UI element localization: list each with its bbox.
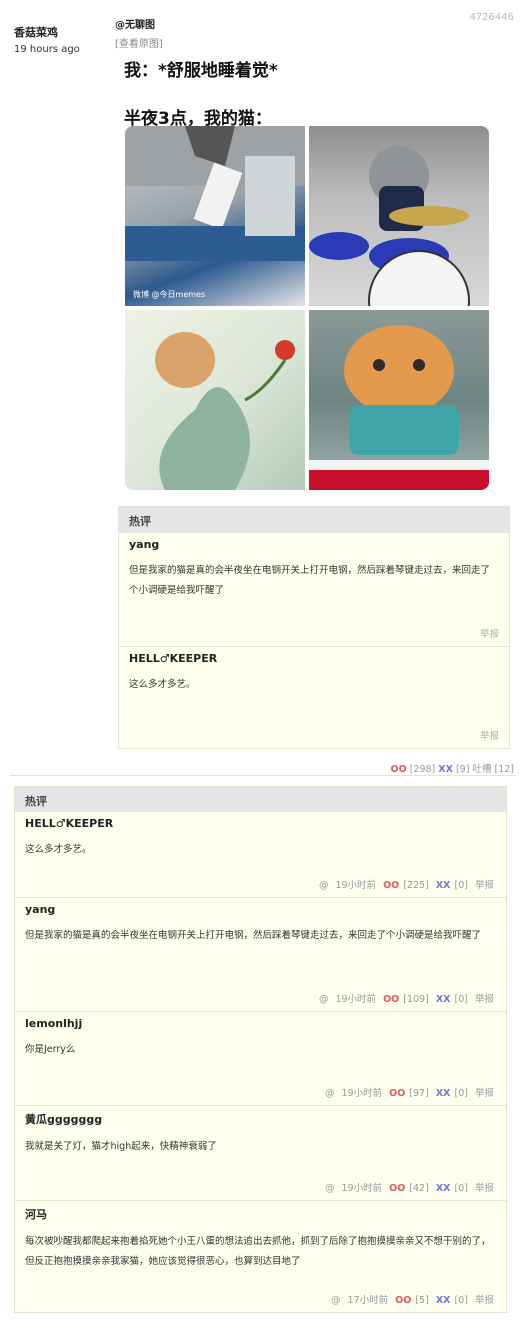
comment-text: 但是我家的猫是真的会半夜坐在电钢开关上打开电钢，然后踩着琴键走过去，来回走了个小… [25,930,482,941]
comment-author[interactable]: 黄瓜ggggggg [25,1111,496,1127]
hot-comment-item: yang 但是我家的猫是真的会半夜坐在电钢开关上打开电钢，然后踩着琴键走过去，来… [119,533,509,647]
xx-vote-button[interactable]: XX [436,994,451,1005]
inline-hot-comments: 热评 yang 但是我家的猫是真的会半夜坐在电钢开关上打开电钢，然后踩着琴键走过… [118,506,510,749]
reply-at-link[interactable]: @ [325,1183,335,1194]
reply-at-link[interactable]: @ [319,994,329,1005]
meme-photo-grid: 微博 @今日memes [125,126,489,490]
comment-time: 17小时前 [347,1295,389,1306]
xx-count: [0] [454,994,468,1005]
report-link[interactable]: 举报 [480,728,499,742]
comment-meta: @ 19小时前 OO [42] XX [0] 举报 [321,1180,494,1194]
comment-time: 19小时前 [335,994,377,1005]
xx-count: [0] [454,1295,468,1306]
comment-author[interactable]: yang [25,903,496,916]
comment-text: 但是我家的猫是真的会半夜坐在电钢开关上打开电钢，然后踩着琴键走过去，来回走了个小… [129,565,491,596]
report-link[interactable]: 举报 [475,880,494,891]
category-tag[interactable]: @无聊图 [115,16,510,31]
reply-at-link[interactable]: @ [325,1088,335,1099]
oo-count: [225] [403,880,429,891]
report-link[interactable]: 举报 [480,626,499,640]
meme-caption-top: 我：*舒服地睡着觉* [124,61,278,81]
xx-vote-button[interactable]: XX [438,764,453,775]
post-time: 19 hours ago [14,44,80,55]
comment-meta: @ 19小时前 OO [109] XX [0] 举报 [315,991,494,1005]
photo-cat-drums [309,126,489,306]
comment-author[interactable]: 河马 [25,1206,496,1222]
comment-text: 你是Jerry么 [25,1044,76,1055]
comment-item: yang 但是我家的猫是真的会半夜坐在电钢开关上打开电钢，然后踩着琴键走过去，来… [15,898,506,1012]
comment-time: 19小时前 [341,1183,383,1194]
reply-at-link[interactable]: @ [319,880,329,891]
oo-count: [5] [415,1295,429,1306]
post-vote-bar: OO [298] XX [9] 吐槽 [12] [391,761,514,775]
comment-author[interactable]: HELL♂KEEPER [129,652,499,665]
oo-count: [109] [403,994,429,1005]
hot-comments-panel: 热评 HELL♂KEEPER 这么多才多艺。 @ 19小时前 OO [225] X… [14,786,507,1313]
comment-author[interactable]: yang [129,538,499,551]
photo-watermark: 微博 @今日memes [133,290,206,299]
hot-comment-item: HELL♂KEEPER 这么多才多艺。 举报 [119,647,509,748]
xx-count: [9] [455,764,470,775]
report-link[interactable]: 举报 [475,994,494,1005]
xx-vote-button[interactable]: XX [436,1088,451,1099]
hot-comments-header: 热评 [15,787,506,812]
comment-item: 黄瓜ggggggg 我就是关了灯，猫才high起来，快精神衰弱了 @ 19小时前… [15,1106,506,1201]
xx-count: [0] [454,1183,468,1194]
oo-vote-button[interactable]: OO [395,1295,411,1306]
oo-vote-button[interactable]: OO [383,880,399,891]
comment-text: 这么多才多艺。 [25,844,92,855]
oo-count: [97] [409,1088,429,1099]
comment-item: lemonlhjj 你是Jerry么 @ 19小时前 OO [97] XX [0] … [15,1012,506,1106]
meme-image[interactable]: 我：*舒服地睡着觉* 半夜3点，我的猫： 微博 @今日memes [120,52,492,492]
comment-meta: @ 17小时前 OO [5] XX [0] 举报 [327,1292,494,1306]
photo-cat-ceiling: 微博 @今日memes [125,126,305,306]
oo-vote-button[interactable]: OO [389,1183,405,1194]
comment-text: 这么多才多艺。 [129,679,196,690]
comment-meta: @ 19小时前 OO [97] XX [0] 举报 [321,1085,494,1099]
oo-vote-button[interactable]: OO [391,764,407,775]
comment-text: 我就是关了灯，猫才high起来，快精神衰弱了 [25,1141,217,1152]
comment-meta: @ 19小时前 OO [225] XX [0] 举报 [315,877,494,891]
oo-count: [42] [409,1183,429,1194]
hot-comments-header: 热评 [119,507,509,533]
xx-vote-button[interactable]: XX [436,1183,451,1194]
xx-count: [0] [454,1088,468,1099]
xx-vote-button[interactable]: XX [436,880,451,891]
comment-author[interactable]: lemonlhjj [25,1017,496,1030]
comment-text: 每次被吵醒我都爬起来抱着掐死她个小王八蛋的想法追出去抓他，抓到了后除了抱抱摸摸亲… [25,1236,491,1267]
comment-item: 河马 每次被吵醒我都爬起来抱着掐死她个小王八蛋的想法追出去抓他，抓到了后除了抱抱… [15,1201,506,1312]
report-link[interactable]: 举报 [475,1088,494,1099]
divider [10,775,516,776]
comment-time: 19小时前 [341,1088,383,1099]
comment-author[interactable]: HELL♂KEEPER [25,817,496,830]
photo-cat-vase [125,310,305,490]
report-link[interactable]: 举报 [475,1295,494,1306]
oo-count: [298] [409,764,436,775]
author-name[interactable]: 香菇菜鸡 [14,24,80,40]
oo-vote-button[interactable]: OO [383,994,399,1005]
xx-vote-button[interactable]: XX [436,1295,451,1306]
tucao-link[interactable]: 吐槽 [12] [472,764,514,775]
comment-item: HELL♂KEEPER 这么多才多艺。 @ 19小时前 OO [225] XX [0… [15,812,506,898]
post-content: @无聊图 [查看原图] [115,16,510,50]
view-original-link[interactable]: [查看原图] [115,35,510,50]
reply-at-link[interactable]: @ [331,1295,341,1306]
comment-time: 19小时前 [335,880,377,891]
oo-vote-button[interactable]: OO [389,1088,405,1099]
xx-count: [0] [454,880,468,891]
report-link[interactable]: 举报 [475,1183,494,1194]
post-author: 香菇菜鸡 19 hours ago [14,24,80,55]
photo-cat-keyboard [309,310,489,490]
